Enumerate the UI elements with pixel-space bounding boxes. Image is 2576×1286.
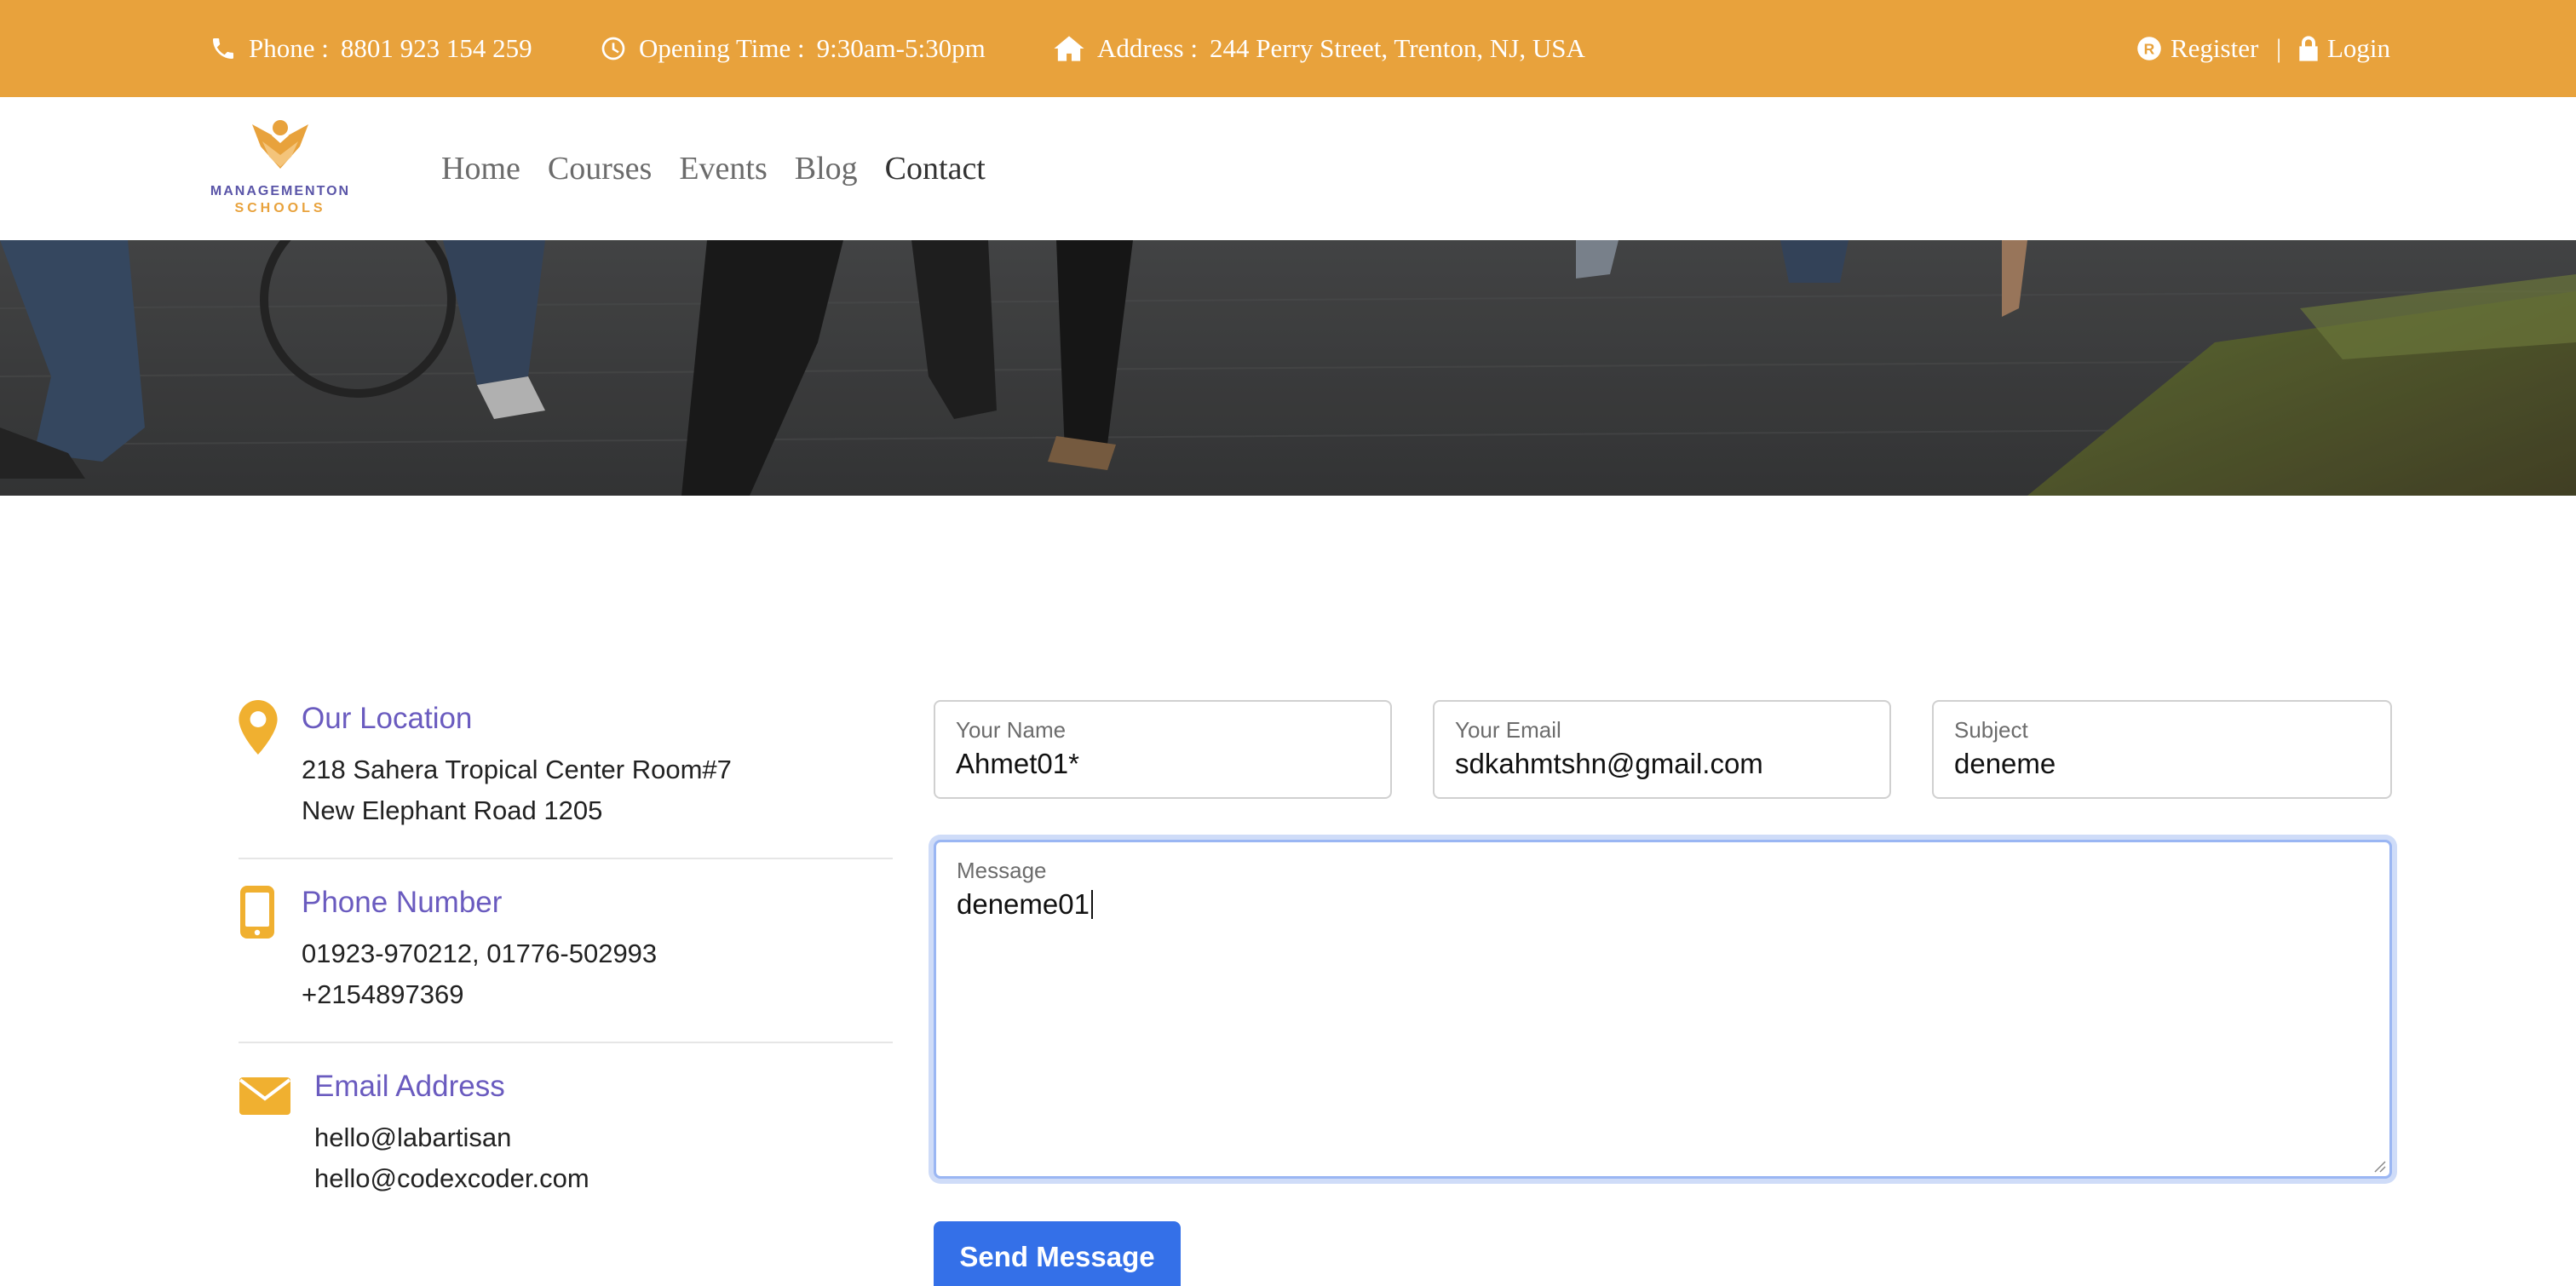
info-divider [239, 858, 893, 859]
logo-name: MANAGEMENTON [210, 184, 351, 198]
clock-icon [601, 37, 625, 60]
send-message-button[interactable]: Send Message [934, 1221, 1181, 1286]
lock-icon [2299, 36, 2318, 61]
info-divider [239, 1042, 893, 1043]
hero-banner-image [0, 240, 2576, 496]
message-textarea[interactable]: Message deneme01 [934, 840, 2392, 1179]
site-logo[interactable]: MANAGEMENTON SCHOOLS [193, 116, 368, 220]
email-field[interactable]: Your Email sdkahmtshn@gmail.com [1433, 700, 1891, 799]
text-caret [1090, 890, 1093, 919]
name-value[interactable]: Ahmet01* [956, 748, 1079, 780]
register-label[interactable]: Register [2171, 33, 2258, 64]
login-link[interactable]: Login [2297, 0, 2390, 97]
topbar-phone: Phone : 8801 923 154 259 [210, 0, 532, 97]
email-info: Email Address hello@labartisan hello@cod… [239, 1066, 893, 1220]
home-icon [1054, 36, 1084, 61]
map-pin-icon [239, 700, 278, 755]
phone-line1: 01923-970212, 01776-502993 [302, 939, 658, 968]
message-value[interactable]: deneme01 [957, 888, 1093, 921]
location-line2: New Elephant Road 1205 [302, 795, 603, 825]
email-label: Your Email [1455, 717, 1561, 743]
login-label[interactable]: Login [2327, 33, 2390, 64]
top-info-bar: Phone : 8801 923 154 259 Opening Time : … [0, 0, 2576, 97]
main-navbar: MANAGEMENTON SCHOOLS Home Courses Events… [0, 97, 2576, 240]
topbar-hours: Opening Time : 9:30am-5:30pm [600, 0, 986, 97]
address-label: Address : [1097, 33, 1198, 63]
name-label: Your Name [956, 717, 1067, 743]
register-link[interactable]: R Register [2136, 0, 2258, 97]
logo-subname: SCHOOLS [234, 201, 326, 215]
phone-line2: +2154897369 [302, 979, 464, 1009]
subject-value[interactable]: deneme [1954, 748, 2056, 780]
topbar-separator: | [2276, 33, 2282, 63]
phone-title: Phone Number [302, 886, 503, 919]
phone-label: Phone : [249, 33, 329, 63]
name-field[interactable]: Your Name Ahmet01* [934, 700, 1392, 799]
subject-label: Subject [1954, 717, 2028, 743]
phone-value[interactable]: 8801 923 154 259 [341, 33, 532, 64]
email-value[interactable]: sdkahmtshn@gmail.com [1455, 748, 1763, 780]
phone-icon [213, 38, 233, 59]
walking-people-photo [0, 240, 2576, 496]
nav-courses[interactable]: Courses [548, 150, 652, 187]
location-line1: 218 Sahera Tropical Center Room#7 [302, 755, 732, 784]
logo-emblem-icon [252, 120, 308, 169]
hours-value: 9:30am-5:30pm [816, 33, 986, 63]
nav-events[interactable]: Events [679, 150, 767, 187]
nav-menu: Home Courses Events Blog Contact [441, 97, 986, 240]
nav-home[interactable]: Home [441, 150, 520, 187]
svg-text:R: R [2144, 40, 2155, 57]
hours-label: Opening Time : [639, 33, 805, 63]
topbar-address: Address : 244 Perry Street, Trenton, NJ,… [1053, 0, 1585, 97]
address-value: 244 Perry Street, Trenton, NJ, USA [1209, 33, 1585, 63]
message-text: deneme01 [957, 888, 1090, 920]
email-title: Email Address [314, 1070, 505, 1103]
email-line2: hello@codexcoder.com [314, 1163, 589, 1193]
mobile-phone-icon [240, 886, 274, 939]
registered-icon: R [2137, 37, 2161, 60]
subject-field[interactable]: Subject deneme [1932, 700, 2392, 799]
location-title: Our Location [302, 702, 473, 735]
resize-handle-icon[interactable] [2371, 1157, 2386, 1173]
message-label: Message [957, 858, 1047, 883]
email-line1: hello@labartisan [314, 1122, 512, 1152]
nav-blog[interactable]: Blog [795, 150, 858, 187]
envelope-icon [239, 1077, 291, 1115]
phone-info: Phone Number 01923-970212, 01776-502993 … [239, 882, 893, 1036]
location-info: Our Location 218 Sahera Tropical Center … [239, 698, 893, 852]
nav-contact[interactable]: Contact [885, 150, 986, 187]
